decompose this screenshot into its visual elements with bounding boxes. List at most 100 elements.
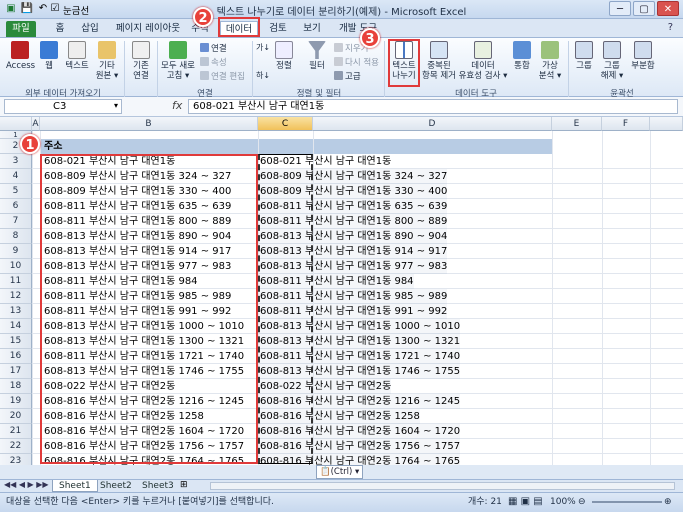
data-validation-button[interactable]: 데이터 유효성 검사 ▾ (458, 41, 508, 81)
tab-home[interactable]: 홈 (50, 21, 70, 37)
zoom-out-icon[interactable]: ⊖ (578, 493, 586, 511)
row-header-6[interactable]: 6 (0, 199, 32, 214)
row-header-22[interactable]: 22 (0, 439, 32, 454)
row-header-8[interactable]: 8 (0, 229, 32, 244)
column-header-d[interactable]: D (313, 117, 552, 131)
access-button[interactable]: Access (6, 41, 36, 71)
sheet-nav-icons[interactable]: ◀◀ ◀ ▶ ▶▶ (4, 480, 49, 489)
row-header-5[interactable]: 5 (0, 184, 32, 199)
minimize-button[interactable]: ─ (609, 1, 631, 16)
connections-button[interactable]: 연결 (200, 42, 227, 54)
ungroup-button[interactable]: 그룹 해제 ▾ (598, 41, 626, 81)
maximize-button[interactable]: ▢ (633, 1, 655, 16)
row-header-12[interactable]: 12 (0, 289, 32, 304)
close-button[interactable]: ✕ (657, 1, 679, 16)
gridline (650, 131, 651, 465)
consolidate-button[interactable]: 통합 (510, 41, 534, 71)
properties-button[interactable]: 속성 (200, 56, 227, 68)
refresh-all-button[interactable]: 모두 새로 고침 ▾ (160, 41, 196, 81)
row-header-9[interactable]: 9 (0, 244, 32, 259)
column-header-f[interactable]: F (602, 117, 650, 131)
row-header-19[interactable]: 19 (0, 394, 32, 409)
row-header-13[interactable]: 13 (0, 304, 32, 319)
status-message: 대상을 선택한 다음 <Enter> 키를 누르거나 [붙여넣기]를 선택합니다… (6, 497, 274, 507)
web-button[interactable]: 웹 (38, 41, 60, 71)
select-all-corner[interactable] (0, 117, 32, 131)
row-header-15[interactable]: 15 (0, 334, 32, 349)
chevron-down-icon[interactable]: ▾ (114, 101, 118, 110)
edit-links-icon (200, 71, 209, 80)
sort-button[interactable]: 정렬 (272, 41, 296, 71)
validation-label-1: 데이터 (471, 61, 495, 71)
globe-icon (40, 41, 58, 59)
row-header-14[interactable]: 14 (0, 319, 32, 334)
what-if-button[interactable]: 가상 분석 ▾ (536, 41, 564, 81)
ungroup-label-1: 그룹 (604, 61, 620, 71)
tab-insert[interactable]: 삽입 (78, 21, 102, 37)
header-cell-address[interactable]: 주소 (42, 139, 62, 154)
paste-options-button[interactable]: 📋(Ctrl) ▾ (316, 465, 364, 479)
access-label: Access (6, 61, 36, 71)
gridline (552, 131, 553, 465)
link-icon (200, 43, 209, 52)
reapply-button[interactable]: 다시 적용 (334, 56, 379, 68)
sort-icon (275, 41, 293, 59)
remove-duplicates-button[interactable]: 중복된 항목 제거 (420, 41, 458, 81)
sheet-tab-1[interactable]: Sheet1 (52, 480, 98, 492)
text-label: 텍스트 (65, 61, 89, 71)
zoom-level[interactable]: 100% (550, 493, 576, 511)
view-mode-icons[interactable]: ▦ ▣ ▤ (508, 493, 543, 511)
help-icon[interactable]: ? (668, 22, 673, 33)
refresh-label-2: 고침 ▾ (166, 71, 190, 81)
row-header-17[interactable]: 17 (0, 364, 32, 379)
separator (157, 41, 158, 97)
subtotal-icon (634, 41, 652, 59)
filter-button[interactable]: 필터 (304, 41, 330, 71)
row-header-4[interactable]: 4 (0, 169, 32, 184)
column-header-g[interactable] (650, 117, 683, 131)
other-label-1: 기타 (99, 61, 115, 71)
reapply-label: 다시 적용 (345, 58, 379, 68)
tab-view[interactable]: 보기 (300, 21, 324, 37)
row-header-11[interactable]: 11 (0, 274, 32, 289)
name-box[interactable]: C3 (4, 99, 122, 114)
sort-za-icon[interactable]: 하↓ (256, 70, 270, 81)
row-header-18[interactable]: 18 (0, 379, 32, 394)
other-sources-button[interactable]: 기타 원본 ▾ (94, 41, 120, 81)
whatif-label-2: 분석 ▾ (538, 71, 562, 81)
sheet-tab-3[interactable]: Sheet3 (136, 480, 180, 492)
sheet-tab-2[interactable]: Sheet2 (94, 480, 138, 492)
column-header-b[interactable]: B (40, 117, 258, 131)
consolidate-icon (513, 41, 531, 59)
group-button[interactable]: 그룹 (572, 41, 596, 71)
row-header-7[interactable]: 7 (0, 214, 32, 229)
row-header-10[interactable]: 10 (0, 259, 32, 274)
column-header-a[interactable]: A (32, 117, 40, 131)
zoom-slider[interactable] (592, 501, 662, 503)
window-controls: ─ ▢ ✕ (609, 1, 679, 17)
text-button[interactable]: 텍스트 (62, 41, 92, 71)
row-header-20[interactable]: 20 (0, 409, 32, 424)
edit-links-button[interactable]: 연결 편집 (200, 70, 245, 82)
new-sheet-icon[interactable]: ⊞ (180, 480, 188, 490)
remove-dup-label-1: 중복된 (427, 61, 451, 71)
zoom-in-icon[interactable]: ⊕ (664, 493, 672, 511)
advanced-filter-button[interactable]: 고급 (334, 70, 361, 82)
column-header-c[interactable]: C (258, 117, 313, 131)
row-header-3[interactable]: 3 (0, 154, 32, 169)
subtotal-button[interactable]: 부분합 (628, 41, 658, 71)
column-header-e[interactable]: E (552, 117, 602, 131)
row-header-21[interactable]: 21 (0, 424, 32, 439)
existing-connections-button[interactable]: 기존 연결 (128, 41, 154, 81)
row-header-16[interactable]: 16 (0, 349, 32, 364)
tab-review[interactable]: 검토 (266, 21, 290, 37)
horizontal-scrollbar[interactable] (210, 482, 675, 490)
fx-icon[interactable]: fx (172, 99, 182, 112)
edit-links-label: 연결 편집 (211, 72, 245, 82)
tab-page-layout[interactable]: 페이지 레이아웃 (114, 21, 182, 37)
formula-input[interactable]: 608-021 부산시 남구 대연1동 (188, 99, 678, 114)
sort-az-icon[interactable]: 가↓ (256, 42, 270, 53)
tab-file[interactable]: 파일 (6, 21, 36, 37)
spreadsheet-grid[interactable]: A B C D E F 1 2 주소 3 608-021 부산시 남구 대연1동 6… (0, 117, 683, 465)
row-header-23[interactable]: 23 (0, 454, 32, 465)
